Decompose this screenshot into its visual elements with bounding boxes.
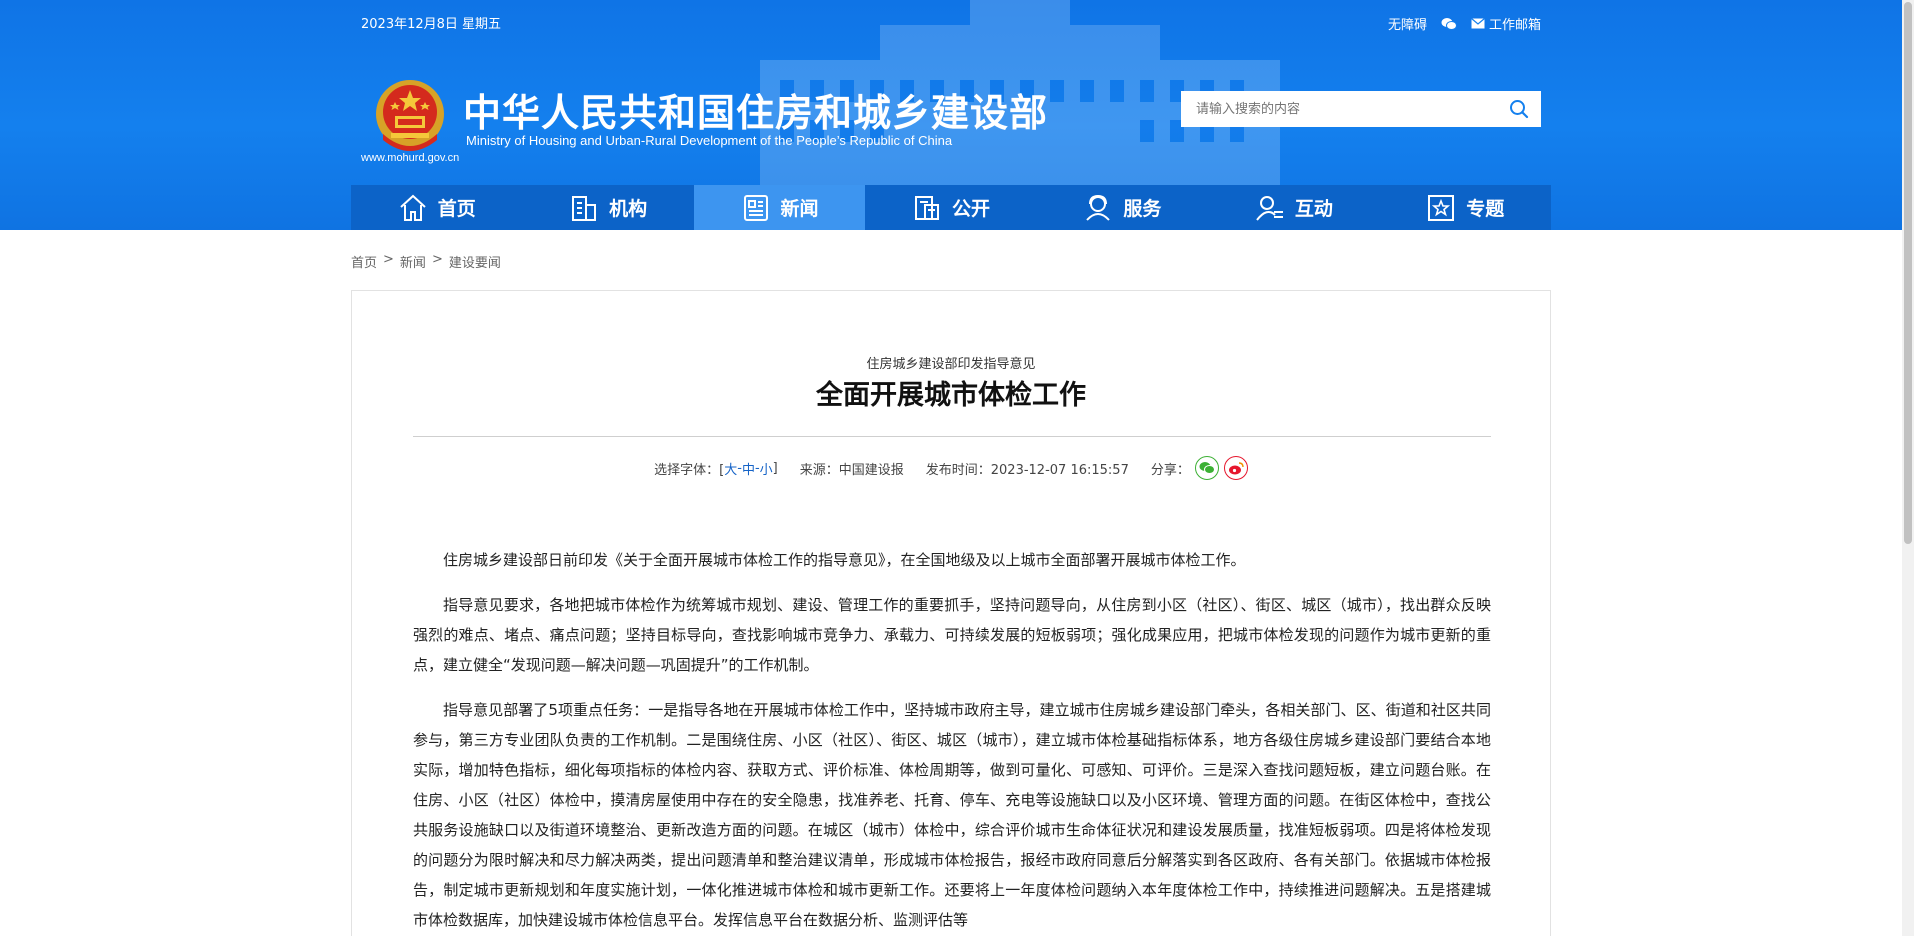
breadcrumb-news[interactable]: 新闻	[400, 252, 426, 271]
search-box	[1181, 91, 1541, 127]
font-size-selector: 选择字体：[ 大 - 中 - 小 ]	[654, 459, 778, 478]
share-wechat-button[interactable]	[1194, 456, 1219, 480]
scrollbar-thumb[interactable]	[1904, 2, 1912, 544]
article-title: 全面开展城市体检工作	[816, 380, 1086, 411]
nav-label: 服务	[1123, 198, 1162, 220]
nav-item-topics[interactable]: 专题	[1380, 185, 1551, 230]
nav-item-news[interactable]: 新闻	[693, 185, 866, 230]
publish-time: 发布时间：2023-12-07 16:15:57	[925, 462, 1129, 478]
nav-label: 公开	[951, 198, 990, 220]
search-input[interactable]	[1181, 92, 1497, 126]
top-links: 无障碍 工作邮箱	[1388, 14, 1541, 33]
weibo-icon	[1228, 462, 1244, 475]
building-icon	[572, 195, 597, 221]
nav-item-interaction[interactable]: 互动	[1208, 185, 1379, 230]
service-icon	[1086, 194, 1111, 221]
article-paragraph: 指导意见部署了5项重点任务：一是指导各地在开展城市体检工作中，坚持城市政府主导，…	[413, 701, 1491, 929]
accessibility-link[interactable]: 无障碍	[1388, 14, 1427, 33]
breadcrumb-separator: >	[383, 252, 394, 267]
article-body: 住房城乡建设部日前印发《关于全面开展城市体检工作的指导意见》，在全国地级及以上城…	[413, 545, 1491, 936]
font-size-large[interactable]: 大	[724, 459, 737, 478]
national-emblem-icon[interactable]	[373, 78, 447, 154]
article-meta: 选择字体：[ 大 - 中 - 小 ] 来源：中国建设报 发布时间：2023-12…	[352, 456, 1550, 480]
nav-item-public[interactable]: 公开	[865, 185, 1036, 230]
newspaper-icon	[743, 194, 768, 221]
font-size-medium[interactable]: 中	[742, 459, 755, 478]
page-scrollbar[interactable]	[1902, 0, 1914, 936]
nav-item-service[interactable]: 服务	[1037, 185, 1208, 230]
search-icon	[1510, 100, 1529, 119]
nav-item-home[interactable]: 首页	[351, 185, 522, 230]
share-group: 分享：	[1151, 456, 1248, 480]
font-size-small[interactable]: 小	[760, 459, 773, 478]
share-weibo-button[interactable]	[1223, 456, 1248, 480]
breadcrumb-construction-news[interactable]: 建设要闻	[449, 252, 501, 271]
nav-label: 专题	[1466, 198, 1505, 220]
article-panel: 住房城乡建设部印发指导意见 全面开展城市体检工作 选择字体：[ 大 - 中 - …	[351, 290, 1551, 936]
document-icon	[914, 195, 939, 220]
article-subtitle: 住房城乡建设部印发指导意见	[866, 357, 1036, 372]
site-title-english: Ministry of Housing and Urban-Rural Deve…	[466, 133, 953, 148]
title-divider	[413, 436, 1491, 437]
work-email-label: 工作邮箱	[1488, 18, 1541, 33]
article-paragraph: 住房城乡建设部日前印发《关于全面开展城市体检工作的指导意见》，在全国地级及以上城…	[443, 551, 1246, 569]
work-email-link[interactable]: 工作邮箱	[1471, 14, 1541, 33]
share-label: 分享：	[1150, 462, 1190, 478]
wechat-icon	[1441, 17, 1457, 30]
site-header: 2023年12月8日 星期五 无障碍 工作邮箱 www.mohurd.gov.c…	[0, 0, 1902, 230]
wechat-icon	[1199, 462, 1215, 474]
breadcrumb-home[interactable]: 首页	[351, 252, 377, 271]
page: 2023年12月8日 星期五 无障碍 工作邮箱 www.mohurd.gov.c…	[0, 0, 1914, 936]
wechat-link[interactable]	[1441, 17, 1457, 31]
breadcrumb-separator: >	[431, 252, 443, 267]
font-size-label: 选择字体：[	[654, 462, 725, 478]
site-domain: www.mohurd.gov.cn	[361, 152, 460, 164]
article-paragraph: 指导意见要求，各地把城市体检作为统筹城市规划、建设、管理工作的重要抓手，坚持问题…	[413, 596, 1491, 674]
search-button[interactable]	[1497, 91, 1541, 127]
interact-icon	[1256, 195, 1283, 221]
nav-label: 互动	[1294, 198, 1333, 220]
nav-label: 首页	[437, 198, 476, 220]
nav-label: 新闻	[780, 198, 819, 220]
current-date: 2023年12月8日 星期五	[361, 17, 502, 32]
main-nav: 首页 机构 新闻 公开 服务 互动 专题	[351, 185, 1551, 230]
nav-label: 机构	[609, 198, 648, 220]
breadcrumb: 首页 > 新闻 > 建设要闻	[351, 252, 501, 271]
mail-icon	[1471, 18, 1485, 29]
site-title[interactable]: 中华人民共和国住房和城乡建设部	[463, 82, 1048, 137]
home-icon	[400, 194, 426, 221]
font-size-close: ]	[772, 460, 778, 476]
nav-item-organization[interactable]: 机构	[522, 185, 693, 230]
star-icon	[1428, 194, 1455, 221]
article-source: 来源：中国建设报	[799, 462, 904, 478]
